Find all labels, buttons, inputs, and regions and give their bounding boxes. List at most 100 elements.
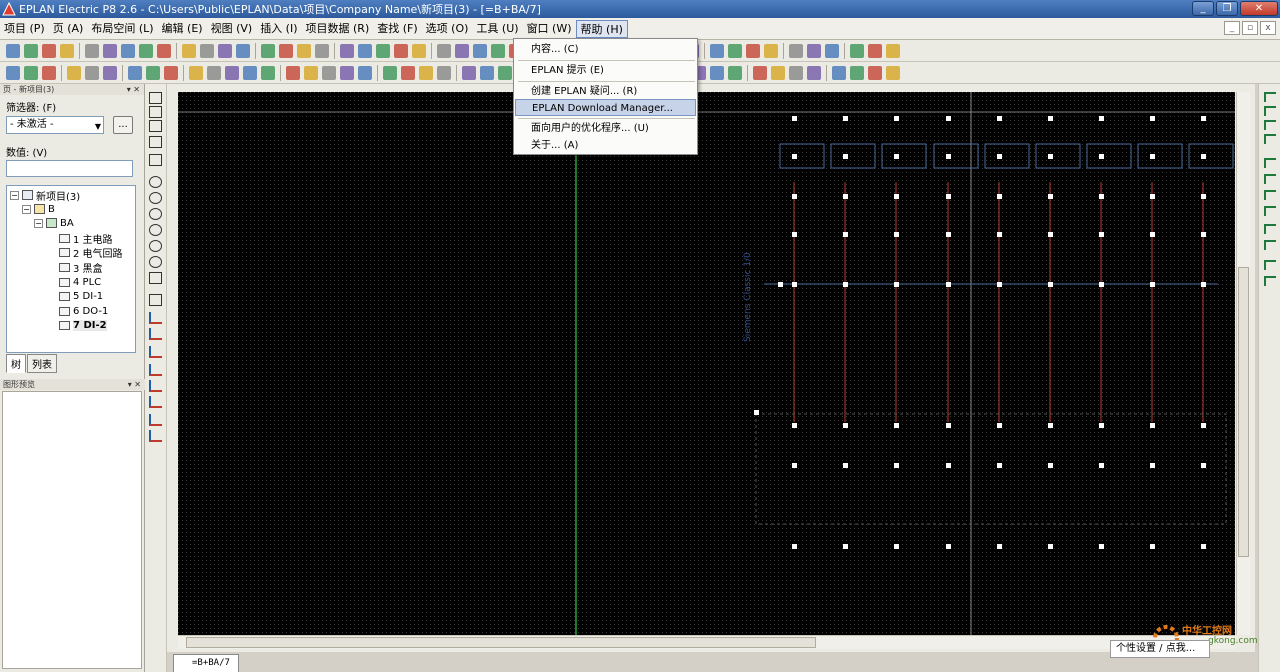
- toolbar-button-icon[interactable]: [807, 65, 821, 80]
- tree-page[interactable]: 6 DO-1: [59, 304, 108, 318]
- schematic-canvas[interactable]: Siemens Classic 1/0: [178, 92, 1235, 635]
- toolbar-button-icon[interactable]: [200, 43, 214, 58]
- menu-item-contents[interactable]: 内容... (C): [515, 41, 696, 58]
- filter-select[interactable]: - 未激活 - ▼: [6, 116, 104, 134]
- toolbar-button-icon[interactable]: [164, 65, 178, 80]
- toolbar-button-icon[interactable]: [261, 43, 275, 58]
- toolbar-button-icon[interactable]: [771, 65, 785, 80]
- toolbar-button-icon[interactable]: [243, 65, 257, 80]
- menu-tools[interactable]: 工具 (U): [472, 20, 522, 38]
- tab-list[interactable]: 列表: [27, 354, 57, 373]
- drawing-tool-icon[interactable]: [149, 240, 162, 252]
- drawing-tool-icon[interactable]: [149, 328, 162, 340]
- toolbar-button-icon[interactable]: [394, 43, 408, 58]
- toolbar-button-icon[interactable]: [710, 43, 724, 58]
- toolbar-button-icon[interactable]: [728, 65, 742, 80]
- filter-more-button[interactable]: ...: [113, 116, 133, 134]
- menu-page[interactable]: 页 (A): [49, 20, 88, 38]
- toolbar-button-icon[interactable]: [42, 43, 56, 58]
- toolbar-button-icon[interactable]: [139, 43, 153, 58]
- toolbar-button-icon[interactable]: [6, 65, 20, 80]
- connection-symbol-icon[interactable]: [1264, 92, 1276, 102]
- menu-item-download-manager[interactable]: EPLAN Download Manager...: [515, 99, 696, 116]
- toolbar-button-icon[interactable]: [42, 65, 56, 80]
- toolbar-button-icon[interactable]: [24, 65, 38, 80]
- collapse-icon[interactable]: −: [22, 204, 31, 214]
- toolbar-button-icon[interactable]: [6, 43, 20, 58]
- drawing-tool-icon[interactable]: [149, 92, 162, 104]
- toolbar-button-icon[interactable]: [315, 43, 329, 58]
- drawing-tool-icon[interactable]: [149, 136, 162, 148]
- tree-page[interactable]: 5 DI-1: [59, 289, 103, 303]
- toolbar-button-icon[interactable]: [340, 43, 354, 58]
- status-popup[interactable]: 个性设置 / 点我...: [1110, 640, 1210, 658]
- toolbar-button-icon[interactable]: [455, 43, 469, 58]
- toolbar-button-icon[interactable]: [832, 65, 846, 80]
- tab-tree[interactable]: 树: [6, 354, 26, 373]
- drawing-tool-icon[interactable]: [149, 106, 162, 118]
- mdi-minimize-button[interactable]: _: [1224, 21, 1240, 35]
- tree-page-selected[interactable]: 7 DI-2: [59, 318, 107, 332]
- toolbar-button-icon[interactable]: [146, 65, 160, 80]
- toolbar-button-icon[interactable]: [491, 43, 505, 58]
- toolbar-button-icon[interactable]: [182, 43, 196, 58]
- panel-pin-icon[interactable]: ▾ ✕: [128, 379, 141, 390]
- tree-page[interactable]: 3 黑盒: [59, 260, 103, 275]
- menu-view[interactable]: 视图 (V): [207, 20, 257, 38]
- toolbar-button-icon[interactable]: [789, 43, 803, 58]
- drawing-tool-icon[interactable]: [149, 430, 162, 442]
- menu-help[interactable]: 帮助 (H): [575, 19, 628, 38]
- toolbar-button-icon[interactable]: [157, 43, 171, 58]
- toolbar-button-icon[interactable]: [189, 65, 203, 80]
- value-input[interactable]: [6, 160, 133, 177]
- toolbar-button-icon[interactable]: [850, 65, 864, 80]
- toolbar-button-icon[interactable]: [286, 65, 300, 80]
- collapse-icon[interactable]: −: [10, 190, 19, 200]
- restore-button[interactable]: ❐: [1216, 1, 1238, 16]
- horizontal-scrollbar[interactable]: [178, 635, 1235, 649]
- drawing-tool-icon[interactable]: [149, 396, 162, 408]
- menu-item-about[interactable]: 关于... (A): [515, 137, 696, 154]
- toolbar-button-icon[interactable]: [322, 65, 336, 80]
- drawing-tool-icon[interactable]: [149, 380, 162, 392]
- menu-item-optimization[interactable]: 面向用户的优化程序... (U): [515, 120, 696, 137]
- toolbar-button-icon[interactable]: [825, 43, 839, 58]
- drawing-tool-icon[interactable]: [149, 364, 162, 376]
- menu-find[interactable]: 查找 (F): [373, 20, 421, 38]
- scrollbar-thumb[interactable]: [186, 637, 816, 648]
- tree-page[interactable]: 4 PLC: [59, 275, 101, 289]
- menu-edit[interactable]: 编辑 (E): [158, 20, 207, 38]
- toolbar-button-icon[interactable]: [225, 65, 239, 80]
- toolbar-button-icon[interactable]: [340, 65, 354, 80]
- tree-page[interactable]: 2 电气回路: [59, 245, 123, 260]
- toolbar-button-icon[interactable]: [850, 43, 864, 58]
- toolbar-button-icon[interactable]: [279, 43, 293, 58]
- drawing-tool-icon[interactable]: [149, 120, 162, 132]
- connection-symbol-icon[interactable]: [1264, 158, 1276, 168]
- toolbar-button-icon[interactable]: [376, 43, 390, 58]
- toolbar-button-icon[interactable]: [868, 43, 882, 58]
- toolbar-button-icon[interactable]: [358, 65, 372, 80]
- drawing-tool-icon[interactable]: [149, 154, 162, 166]
- toolbar-button-icon[interactable]: [868, 65, 882, 80]
- menu-layout-space[interactable]: 布局空间 (L): [87, 20, 157, 38]
- toolbar-button-icon[interactable]: [789, 65, 803, 80]
- toolbar-button-icon[interactable]: [807, 43, 821, 58]
- toolbar-button-icon[interactable]: [710, 65, 724, 80]
- toolbar-button-icon[interactable]: [261, 65, 275, 80]
- mdi-close-button[interactable]: x: [1260, 21, 1276, 35]
- toolbar-button-icon[interactable]: [728, 43, 742, 58]
- close-button[interactable]: ✕: [1240, 1, 1278, 16]
- toolbar-button-icon[interactable]: [746, 43, 760, 58]
- toolbar-button-icon[interactable]: [764, 43, 778, 58]
- menu-window[interactable]: 窗口 (W): [523, 20, 576, 38]
- menu-insert[interactable]: 插入 (I): [256, 20, 301, 38]
- toolbar-button-icon[interactable]: [473, 43, 487, 58]
- drawing-tool-icon[interactable]: [149, 414, 162, 426]
- connection-symbol-icon[interactable]: [1264, 206, 1276, 216]
- connection-symbol-icon[interactable]: [1264, 240, 1276, 250]
- tree-node-b[interactable]: − B: [22, 202, 55, 216]
- toolbar-button-icon[interactable]: [24, 43, 38, 58]
- tree-node-project[interactable]: − 新项目(3): [10, 188, 80, 203]
- toolbar-button-icon[interactable]: [85, 65, 99, 80]
